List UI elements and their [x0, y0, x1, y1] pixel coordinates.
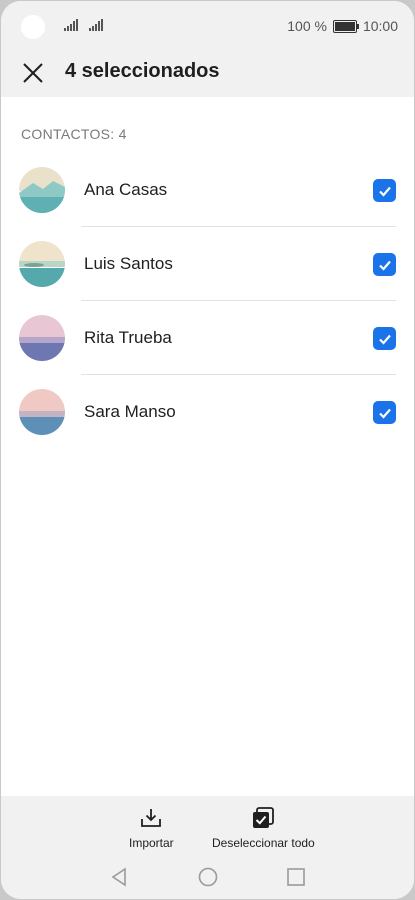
back-nav-icon[interactable]	[109, 866, 129, 893]
avatar	[19, 389, 65, 435]
checkbox[interactable]	[373, 401, 396, 424]
contact-list: Ana Casas Luis Santos Rita Trueba Sara M…	[1, 153, 414, 449]
import-label: Importar	[129, 836, 174, 850]
deselect-all-label: Deseleccionar todo	[212, 836, 315, 850]
status-bar: 100 % 10:00	[1, 1, 414, 51]
toolbar: 4 seleccionados	[1, 51, 414, 97]
contact-name: Ana Casas	[84, 180, 168, 199]
page-title: 4 seleccionados	[65, 60, 220, 82]
deselect-all-button[interactable]: Deseleccionar todo	[212, 806, 315, 850]
avatar	[19, 241, 65, 287]
signal-icon-2	[89, 19, 103, 31]
clock: 10:00	[362, 18, 398, 34]
check-icon	[378, 260, 391, 271]
close-icon[interactable]	[19, 59, 47, 87]
home-nav-icon[interactable]	[197, 866, 219, 893]
checkbox[interactable]	[373, 253, 396, 276]
contact-name: Rita Trueba	[84, 328, 172, 347]
import-button[interactable]: Importar	[129, 806, 174, 850]
import-icon	[141, 809, 162, 827]
header-area: 100 % 10:00 4 seleccionados	[1, 1, 414, 97]
contact-name: Sara Manso	[84, 402, 176, 421]
check-icon	[378, 334, 391, 345]
check-icon	[378, 408, 391, 419]
battery-icon	[332, 19, 359, 33]
select-all-icon	[253, 807, 275, 828]
contact-row[interactable]: Rita Trueba	[1, 301, 414, 375]
status-right: 100 % 10:00	[287, 18, 398, 34]
contact-row[interactable]: Sara Manso	[1, 375, 414, 449]
avatar	[19, 315, 65, 361]
checkbox[interactable]	[373, 327, 396, 350]
battery-percent: 100 %	[287, 18, 327, 34]
contact-row[interactable]: Luis Santos	[1, 227, 414, 301]
signal-icon	[64, 19, 78, 31]
camera-cutout	[21, 15, 45, 39]
avatar	[19, 167, 65, 213]
checkbox[interactable]	[373, 179, 396, 202]
section-label: CONTACTOS: 4	[21, 126, 127, 142]
recents-nav-icon[interactable]	[286, 866, 306, 893]
bottom-bar: Importar Deseleccionar todo	[1, 796, 414, 899]
phone-screen: 100 % 10:00 4 seleccionados CONTACTOS: 4	[1, 1, 414, 899]
check-icon	[378, 186, 391, 197]
contact-name: Luis Santos	[84, 254, 173, 273]
contact-row[interactable]: Ana Casas	[1, 153, 414, 227]
